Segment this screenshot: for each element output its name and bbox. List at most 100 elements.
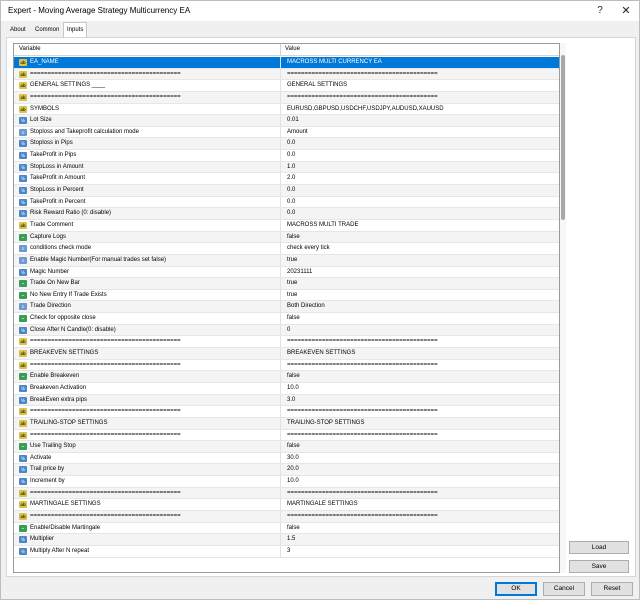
parameter-value[interactable]: Amount [287, 129, 308, 135]
parameter-value[interactable]: MARTINGALE SETTINGS [287, 501, 358, 507]
parameter-value[interactable]: MACROSS MULTI CURRENCY EA [287, 59, 382, 65]
parameter-value[interactable]: 3 [287, 548, 290, 554]
ok-button[interactable]: OK [495, 582, 537, 596]
parameter-value[interactable]: 0 [287, 327, 290, 333]
parameter-row[interactable]: ab BREAKEVEN SETTINGS BREAKEVEN SETTINGS [14, 348, 559, 360]
parameter-value[interactable]: 0.01 [287, 117, 299, 123]
load-button[interactable]: Load [569, 541, 629, 554]
parameter-value[interactable]: ========================================… [287, 490, 438, 496]
column-divider[interactable] [280, 44, 281, 56]
parameter-row[interactable]: ~ Enable Breakeven false [14, 371, 559, 383]
parameter-value[interactable]: 0.0 [287, 152, 295, 158]
parameter-row[interactable]: ≡ Trade Direction Both Direction [14, 301, 559, 314]
parameter-row[interactable]: ~ No New Entry If Trade Exists true [14, 289, 559, 302]
parameter-row[interactable]: ab EA_NAME MACROSS MULTI CURRENCY EA [14, 57, 559, 69]
parameter-value[interactable]: false [287, 525, 300, 531]
parameter-row[interactable]: ½ TakeProfit in Amount 2.0 [14, 173, 559, 186]
parameter-row[interactable]: ½ TakeProfit in Pips 0.0 [14, 150, 559, 162]
parameter-row[interactable]: ab TRAILING-STOP SETTINGS TRAILING-STOP SE… [14, 417, 559, 430]
parameter-row[interactable]: ½ BreakEven extra pips 3.0 [14, 394, 559, 407]
parameter-value[interactable]: false [287, 373, 300, 379]
parameter-row[interactable]: ab ======================================… [14, 68, 559, 81]
parameter-row[interactable]: ~ Enable/Disable Martingale false [14, 522, 559, 535]
tab-common[interactable]: Common [32, 23, 62, 37]
parameter-row[interactable]: ab GENERAL SETTINGS ____ GENERAL SETTINGS [14, 80, 559, 92]
parameter-row[interactable]: ~ Capture Logs false [14, 231, 559, 244]
parameter-value[interactable]: false [287, 315, 300, 321]
parameter-value[interactable]: 0.0 [287, 140, 295, 146]
save-button[interactable]: Save [569, 560, 629, 573]
parameter-value[interactable]: 10.0 [287, 385, 299, 391]
tab-inputs[interactable]: Inputs [63, 22, 88, 37]
parameter-row[interactable]: ab ======================================… [14, 487, 559, 500]
parameter-value[interactable]: ========================================… [287, 94, 438, 100]
parameter-row[interactable]: ab ======================================… [14, 406, 559, 418]
parameter-value[interactable]: 20231111 [287, 269, 312, 275]
parameter-value[interactable]: ========================================… [287, 432, 438, 438]
close-icon[interactable]: ✕ [615, 3, 637, 19]
parameter-row[interactable]: ab ======================================… [14, 359, 559, 372]
parameter-value[interactable]: 30.0 [287, 455, 299, 461]
parameter-row[interactable]: ½ Close After N Candle(0: disable) 0 [14, 324, 559, 337]
parameter-row[interactable]: ½ Multiply After N repeat 3 [14, 545, 559, 558]
reset-button[interactable]: Reset [591, 582, 633, 596]
parameter-value[interactable]: EURUSD,GBPUSD,USDCHF,USDJPY,AUDUSD,XAUUS… [287, 106, 444, 112]
parameter-value[interactable]: true [287, 292, 297, 298]
parameter-value[interactable]: false [287, 443, 300, 449]
parameter-value[interactable]: MACROSS MULTI TRADE [287, 222, 358, 228]
parameter-row[interactable]: ½ Magic Number 20231111 [14, 266, 559, 279]
parameter-value[interactable]: ========================================… [287, 362, 438, 368]
parameter-value[interactable]: 0.0 [287, 210, 295, 216]
column-header-value[interactable]: Value [285, 46, 300, 52]
scrollbar-thumb[interactable] [561, 55, 565, 220]
parameter-value[interactable]: BREAKEVEN SETTINGS [287, 350, 355, 356]
parameter-value[interactable]: 3.0 [287, 397, 295, 403]
parameter-value[interactable]: Both Direction [287, 303, 325, 309]
parameter-row[interactable]: ab ======================================… [14, 429, 559, 442]
parameter-row[interactable]: ½ Activate 30.0 [14, 452, 559, 465]
parameter-value[interactable]: false [287, 234, 300, 240]
parameter-row[interactable]: ½ Risk Reward Ratio (0: disable) 0.0 [14, 208, 559, 220]
parameter-row[interactable]: ½ Trail price by 20.0 [14, 464, 559, 477]
parameter-row[interactable]: ½ Lot Size 0.01 [14, 115, 559, 127]
parameter-value[interactable]: true [287, 257, 297, 263]
parameter-row[interactable]: ≡ Stoploss and Takeprofit calculation mod… [14, 126, 559, 139]
parameter-value[interactable]: 20.0 [287, 466, 299, 472]
parameter-value[interactable]: GENERAL SETTINGS [287, 82, 347, 88]
parameter-value[interactable]: 1.5 [287, 536, 295, 542]
parameter-row[interactable]: ab ======================================… [14, 510, 559, 523]
parameter-row[interactable]: ~ Use Trailing Stop false [14, 441, 559, 453]
parameter-row[interactable]: ½ StopLoss in Percent 0.0 [14, 185, 559, 197]
parameter-row[interactable]: ab MARTINGALE SETTINGS MARTINGALE SETTINGS [14, 499, 559, 511]
parameter-row[interactable]: ½ StopLoss in Amount 1.0 [14, 161, 559, 174]
column-header-variable[interactable]: Variable [19, 46, 41, 52]
parameter-value[interactable]: 10.0 [287, 478, 299, 484]
parameter-value[interactable]: ========================================… [287, 338, 438, 344]
parameter-row[interactable]: ≡ conditions check mode check every tick [14, 243, 559, 255]
parameter-row[interactable]: ~ Check for opposite close false [14, 313, 559, 325]
parameter-value[interactable]: TRAILING-STOP SETTINGS [287, 420, 364, 426]
vertical-scrollbar[interactable] [560, 43, 566, 573]
parameter-row[interactable]: ab SYMBOLS EURUSD,GBPUSD,USDCHF,USDJPY,AUD… [14, 103, 559, 116]
parameter-row[interactable]: ab Trade Comment MACROSS MULTI TRADE [14, 219, 559, 232]
parameter-value[interactable]: 1.0 [287, 164, 295, 170]
parameter-value[interactable]: 2.0 [287, 175, 295, 181]
parameter-value[interactable]: check every tick [287, 245, 330, 251]
parameter-value[interactable]: 0.0 [287, 187, 295, 193]
tab-about[interactable]: About [7, 23, 29, 37]
parameter-row[interactable]: ab ======================================… [14, 91, 559, 104]
cancel-button[interactable]: Cancel [543, 582, 585, 596]
parameter-value[interactable]: ========================================… [287, 408, 438, 414]
parameter-value[interactable]: ========================================… [287, 513, 438, 519]
help-icon[interactable]: ? [589, 3, 611, 19]
parameter-row[interactable]: ≡ Enable Magic Number(For manual trades s… [14, 254, 559, 267]
parameter-row[interactable]: ½ TakeProfit in Percent 0.0 [14, 196, 559, 209]
parameter-row[interactable]: ½ Multiplier 1.5 [14, 534, 559, 546]
parameter-row[interactable]: ½ Breakeven Activation 10.0 [14, 382, 559, 395]
parameter-row[interactable]: ½ Stoploss in Pips 0.0 [14, 138, 559, 151]
parameter-value[interactable]: true [287, 280, 297, 286]
parameter-value[interactable]: ========================================… [287, 71, 438, 77]
parameter-row[interactable]: ~ Trade On New Bar true [14, 278, 559, 290]
parameter-row[interactable]: ab ======================================… [14, 336, 559, 349]
parameter-row[interactable]: ½ Increment by 10.0 [14, 476, 559, 488]
